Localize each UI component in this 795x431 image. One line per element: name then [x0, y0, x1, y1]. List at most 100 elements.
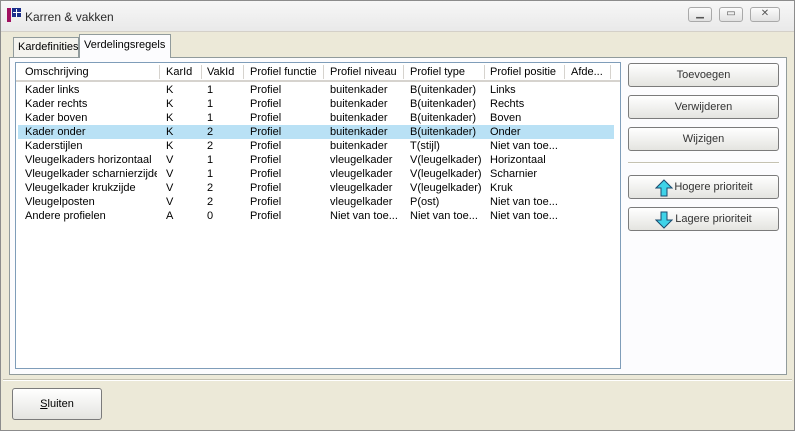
raise-priority-button[interactable]: Hogere prioriteit [628, 175, 779, 199]
tab-verdelingsregels[interactable]: Verdelingsregels [79, 34, 171, 58]
table-cell: V [166, 154, 174, 166]
tab-kardefinities[interactable]: Kardefinities [13, 37, 79, 57]
table-cell: Profiel [250, 168, 282, 180]
table-cell: Profiel [250, 196, 282, 208]
table-cell: T(stijl) [410, 140, 440, 152]
table-row[interactable]: Andere profielen A 0 Profiel Niet van toe...… [18, 209, 614, 223]
maximize-button[interactable]: ▭ [719, 7, 743, 22]
table-row[interactable]: Vleugelkader scharnierzijde V 1 Profiel vleu… [18, 167, 614, 181]
table-cell: Scharnier [490, 168, 538, 180]
lower-priority-button[interactable]: Lagere prioriteit [628, 207, 779, 231]
table-cell: Onder [490, 126, 521, 138]
table-cell: Profiel [250, 210, 282, 222]
table-cell: B(uitenkader) [410, 112, 477, 124]
table-cell: Vleugelkaders horizontaal [25, 154, 152, 166]
table-row[interactable]: Kader boven K 1 Profiel buitenkader B(uitenka… [18, 111, 614, 125]
table-cell: buitenkader [330, 126, 388, 138]
table-cell: V(leugelkader) [410, 182, 482, 194]
col-omschrijving[interactable]: Omschrijving [25, 66, 89, 78]
table-cell: B(uitenkader) [410, 84, 477, 96]
table-cell: Horizontaal [490, 154, 546, 166]
table-cell: Links [490, 84, 516, 96]
close-accelerator: S [40, 398, 48, 410]
table-cell: 1 [207, 168, 214, 180]
table-cell: 0 [207, 210, 214, 222]
table-cell: 1 [207, 84, 214, 96]
table-cell: V [166, 182, 174, 194]
rules-list[interactable]: Omschrijving KarId VakId Profiel functie… [15, 62, 621, 369]
button-divider [628, 162, 779, 164]
table-cell: Profiel [250, 154, 282, 166]
table-cell: Kaderstijlen [25, 140, 83, 152]
table-cell: Niet van toe... [410, 210, 478, 222]
table-cell: Kruk [490, 182, 513, 194]
table-row[interactable]: Vleugelposten V 2 Profiel vleugelkader P(ost)… [18, 195, 614, 209]
table-cell: vleugelkader [330, 182, 393, 194]
table-cell: 1 [207, 112, 214, 124]
col-profiel-functie[interactable]: Profiel functie [250, 66, 317, 78]
table-cell: Niet van toe... [330, 210, 398, 222]
table-row[interactable]: Kader onder K 2 Profiel buitenkader B(uitenka… [18, 125, 614, 139]
col-karid[interactable]: KarId [166, 66, 192, 78]
table-cell: V [166, 196, 174, 208]
table-cell: Kader boven [25, 112, 88, 124]
table-cell: 2 [207, 140, 214, 152]
table-cell: Boven [490, 112, 522, 124]
dialog-window: Karren & vakken ▁ ▭ ✕ Kardefinities Verd… [0, 0, 795, 431]
table-cell: Vleugelkader scharnierzijde [25, 168, 157, 180]
table-cell: Profiel [250, 84, 282, 96]
table-cell: B(uitenkader) [410, 126, 477, 138]
table-cell: K [166, 98, 174, 110]
table-row[interactable]: Kader rechts K 1 Profiel buitenkader B(uitenk… [18, 97, 614, 111]
app-icon [7, 8, 21, 22]
close-label: luiten [47, 398, 74, 410]
minimize-button[interactable]: ▁ [688, 7, 712, 22]
col-afdeling[interactable]: Afde... [571, 66, 603, 78]
lower-priority-label: Lagere prioriteit [675, 213, 752, 225]
table-cell: Profiel [250, 126, 282, 138]
table-cell: buitenkader [330, 98, 388, 110]
table-cell: K [166, 112, 174, 124]
table-cell: Vleugelkader krukzijde [25, 182, 136, 194]
table-cell: Profiel [250, 182, 282, 194]
table-cell: Profiel [250, 98, 282, 110]
table-row[interactable]: Kader links K 1 Profiel buitenkader B(uitenka… [18, 83, 614, 97]
list-header: Omschrijving KarId VakId Profiel functie… [16, 63, 620, 82]
close-button[interactable]: Sluiten [12, 388, 102, 420]
col-vakid[interactable]: VakId [207, 66, 234, 78]
arrow-up-icon [655, 179, 673, 197]
table-cell: buitenkader [330, 84, 388, 96]
col-profiel-positie[interactable]: Profiel positie [490, 66, 556, 78]
table-cell: V(leugelkader) [410, 154, 482, 166]
table-cell: 1 [207, 154, 214, 166]
remove-button[interactable]: Verwijderen [628, 95, 779, 119]
table-cell: vleugelkader [330, 154, 393, 166]
table-cell: K [166, 84, 174, 96]
table-cell: Rechts [490, 98, 525, 110]
table-cell: 2 [207, 126, 214, 138]
table-cell: Kader rechts [25, 98, 88, 110]
table-row[interactable]: Vleugelkader krukzijde V 2 Profiel vleugelka… [18, 181, 614, 195]
table-cell: 1 [207, 98, 214, 110]
col-profiel-niveau[interactable]: Profiel niveau [330, 66, 397, 78]
table-cell: K [166, 140, 174, 152]
table-cell: buitenkader [330, 112, 388, 124]
table-cell: Profiel [250, 140, 282, 152]
table-cell: Profiel [250, 112, 282, 124]
close-window-button[interactable]: ✕ [750, 7, 780, 22]
table-cell: Kader links [25, 84, 80, 96]
title-bar: Karren & vakken ▁ ▭ ✕ [1, 1, 794, 32]
table-cell: Kader onder [25, 126, 86, 138]
table-cell: 2 [207, 182, 214, 194]
table-cell: B(uitenkader) [410, 98, 477, 110]
table-cell: vleugelkader [330, 168, 393, 180]
table-cell: vleugelkader [330, 196, 393, 208]
edit-button[interactable]: Wijzigen [628, 127, 779, 151]
table-row[interactable]: Vleugelkaders horizontaal V 1 Profiel vleuge… [18, 153, 614, 167]
footer-divider [3, 379, 792, 381]
table-cell: P(ost) [410, 196, 440, 208]
add-button[interactable]: Toevoegen [628, 63, 779, 87]
raise-priority-label: Hogere prioriteit [674, 181, 753, 193]
col-profiel-type[interactable]: Profiel type [410, 66, 465, 78]
table-row[interactable]: Kaderstijlen K 2 Profiel buitenkader T(stijl)… [18, 139, 614, 153]
